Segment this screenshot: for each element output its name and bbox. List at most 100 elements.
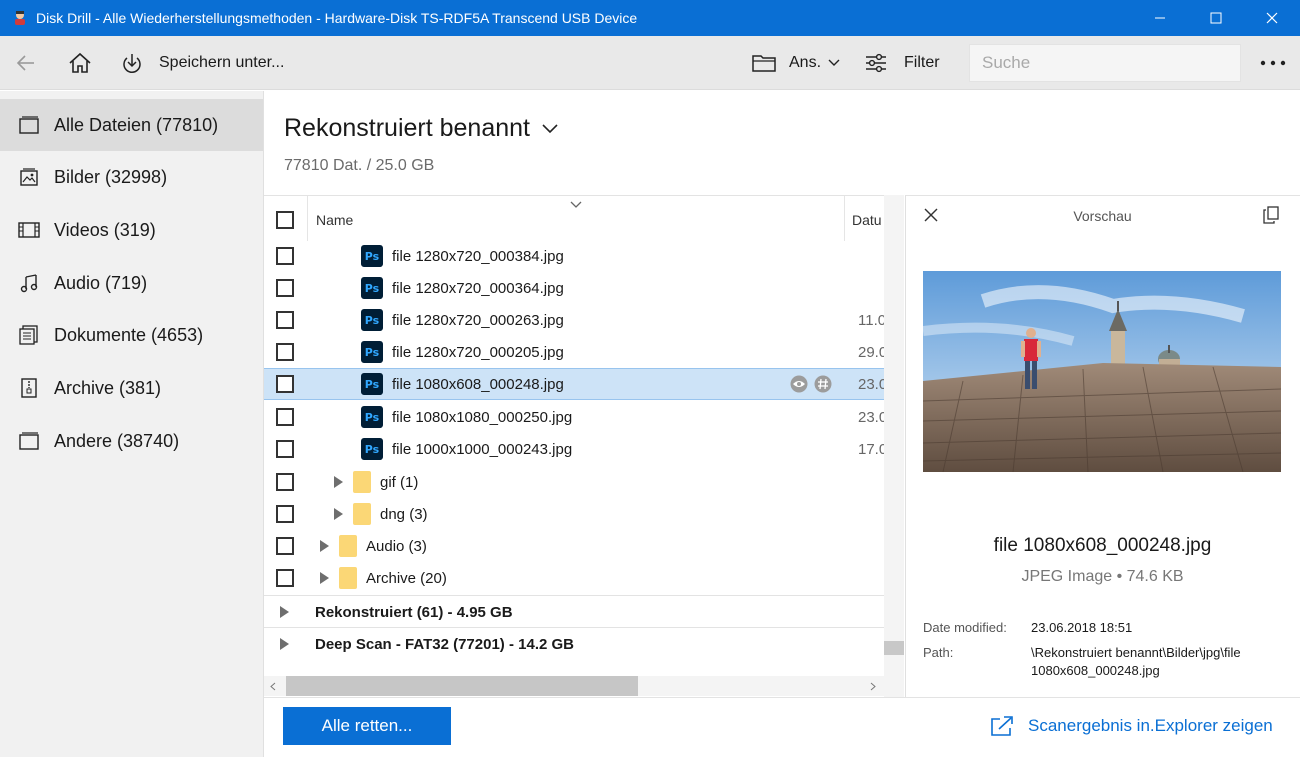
sidebar-item-audio[interactable]: Audio (719) xyxy=(0,257,263,309)
recover-all-button[interactable]: Alle retten... xyxy=(283,707,451,745)
view-dropdown[interactable]: Ans. xyxy=(752,36,840,90)
toolbar: Speichern unter... Ans. Filter xyxy=(0,36,1300,90)
show-in-explorer-link[interactable]: Scanergebnis in.Explorer zeigen xyxy=(990,712,1273,740)
copy-preview-button[interactable] xyxy=(1263,206,1279,229)
group-row-deep-scan[interactable]: Deep Scan - FAT32 (77201) - 14.2 GB xyxy=(264,627,885,660)
row-checkbox[interactable] xyxy=(276,569,294,587)
hash-button[interactable] xyxy=(814,375,832,398)
table-row[interactable]: Ps file 1280x720_000263.jpg 11.0 xyxy=(264,304,885,336)
file-date xyxy=(858,240,885,272)
row-checkbox[interactable] xyxy=(276,279,294,297)
file-date: 29.0 xyxy=(858,343,885,361)
horizontal-scrollbar-thumb[interactable] xyxy=(286,676,638,696)
row-checkbox[interactable] xyxy=(276,537,294,555)
save-as-button[interactable]: Speichern unter... xyxy=(121,36,284,90)
download-circle-icon xyxy=(123,54,141,73)
preview-file-name: file 1080x608_000248.jpg xyxy=(993,535,1212,556)
folder-row[interactable]: gif (1) xyxy=(264,466,885,498)
images-icon xyxy=(18,166,40,188)
photoshop-file-icon: Ps xyxy=(361,309,383,331)
all-files-icon xyxy=(18,114,40,136)
sidebar-item-label: Videos (319) xyxy=(54,219,156,240)
row-checkbox[interactable] xyxy=(276,440,294,458)
preview-eye-button[interactable] xyxy=(790,375,808,398)
sidebar-item-other[interactable]: Andere (38740) xyxy=(0,415,263,467)
expand-arrow-icon[interactable] xyxy=(280,638,289,650)
folder-row[interactable]: Archive (20) xyxy=(264,562,885,594)
folder-outline-icon xyxy=(752,55,776,72)
title-bar: Disk Drill - Alle Wiederherstellungsmeth… xyxy=(0,0,1300,36)
home-button[interactable] xyxy=(68,36,92,90)
date-modified-value: 23.06.2018 18:51 xyxy=(1031,620,1133,635)
expand-arrow-icon[interactable] xyxy=(334,476,343,488)
expand-arrow-icon[interactable] xyxy=(320,572,329,584)
table-row[interactable]: Ps file 1280x720_000364.jpg xyxy=(264,272,885,304)
folder-name: gif (1) xyxy=(380,473,419,491)
table-row[interactable]: Ps file 1280x720_000384.jpg xyxy=(264,240,885,272)
sidebar-item-label: Andere (38740) xyxy=(54,430,180,451)
folder-icon xyxy=(339,535,357,557)
maximize-button[interactable] xyxy=(1188,0,1244,36)
scroll-left-arrow-icon[interactable] xyxy=(270,682,276,691)
table-row-selected[interactable]: Ps file 1080x608_000248.jpg 23.0 xyxy=(264,368,885,400)
search-input[interactable] xyxy=(982,53,1240,73)
eye-icon xyxy=(790,375,808,393)
minimize-button[interactable] xyxy=(1132,0,1188,36)
sidebar: Alle Dateien (77810) Bilder (32998) Vide… xyxy=(0,91,264,757)
sidebar-item-archives[interactable]: Archive (381) xyxy=(0,362,263,414)
table-row[interactable]: Ps file 1280x720_000205.jpg 29.0 xyxy=(264,336,885,368)
file-date: 17.0 xyxy=(858,440,885,458)
expand-arrow-icon[interactable] xyxy=(280,606,289,618)
select-all-checkbox[interactable] xyxy=(276,211,294,229)
sidebar-item-images[interactable]: Bilder (32998) xyxy=(0,151,263,203)
row-checkbox[interactable] xyxy=(276,505,294,523)
close-window-button[interactable] xyxy=(1244,0,1300,36)
folder-row[interactable]: dng (3) xyxy=(264,498,885,530)
sidebar-item-all-files[interactable]: Alle Dateien (77810) xyxy=(0,99,263,151)
file-name: file 1080x608_000248.jpg xyxy=(392,375,564,393)
vertical-scrollbar[interactable] xyxy=(884,195,904,697)
file-name: file 1280x720_000263.jpg xyxy=(392,311,564,329)
group-row-reconstructed[interactable]: Rekonstruiert (61) - 4.95 GB xyxy=(264,595,885,628)
row-checkbox[interactable] xyxy=(276,473,294,491)
disk-drill-app-icon xyxy=(12,10,28,26)
window-title: Disk Drill - Alle Wiederherstellungsmeth… xyxy=(36,10,638,26)
more-options-button[interactable] xyxy=(1259,36,1287,90)
row-checkbox[interactable] xyxy=(276,247,294,265)
vertical-scrollbar-thumb[interactable] xyxy=(884,641,904,655)
expand-arrow-icon[interactable] xyxy=(334,508,343,520)
photoshop-file-icon: Ps xyxy=(361,373,383,395)
summary-text: 77810 Dat. / 25.0 GB xyxy=(284,157,435,174)
column-header-date[interactable]: Datu xyxy=(852,212,882,228)
filter-sliders-icon xyxy=(866,53,886,73)
sidebar-item-documents[interactable]: Dokumente (4653) xyxy=(0,309,263,361)
row-checkbox[interactable] xyxy=(276,375,294,393)
row-checkbox[interactable] xyxy=(276,311,294,329)
file-name: file 1280x720_000205.jpg xyxy=(392,343,564,361)
row-checkbox[interactable] xyxy=(276,408,294,426)
file-name: file 1280x720_000364.jpg xyxy=(392,279,564,297)
photoshop-file-icon: Ps xyxy=(361,406,383,428)
date-modified-label: Date modified: xyxy=(923,620,1007,635)
folder-icon xyxy=(339,567,357,589)
back-button[interactable] xyxy=(16,36,36,90)
expand-arrow-icon[interactable] xyxy=(320,540,329,552)
row-checkbox[interactable] xyxy=(276,343,294,361)
folder-row[interactable]: Audio (3) xyxy=(264,530,885,562)
path-label: Path: xyxy=(923,645,954,660)
sidebar-item-videos[interactable]: Videos (319) xyxy=(0,204,263,256)
location-dropdown[interactable]: Rekonstruiert benannt xyxy=(284,114,558,143)
scroll-right-arrow-icon[interactable] xyxy=(870,682,876,691)
file-date: 23.0 xyxy=(858,375,885,393)
chevron-down-icon xyxy=(542,123,558,133)
filter-button[interactable]: Filter xyxy=(865,36,940,90)
table-row[interactable]: Ps file 1000x1000_000243.jpg 17.0 xyxy=(264,433,885,465)
document-icon xyxy=(18,324,40,346)
photoshop-file-icon: Ps xyxy=(361,245,383,267)
file-name: file 1000x1000_000243.jpg xyxy=(392,440,573,458)
preview-image xyxy=(923,271,1281,472)
column-header-name[interactable]: Name xyxy=(316,212,353,228)
back-arrow-icon xyxy=(16,55,34,71)
table-row[interactable]: Ps file 1080x1080_000250.jpg 23.0 xyxy=(264,401,885,433)
video-icon xyxy=(18,219,40,241)
